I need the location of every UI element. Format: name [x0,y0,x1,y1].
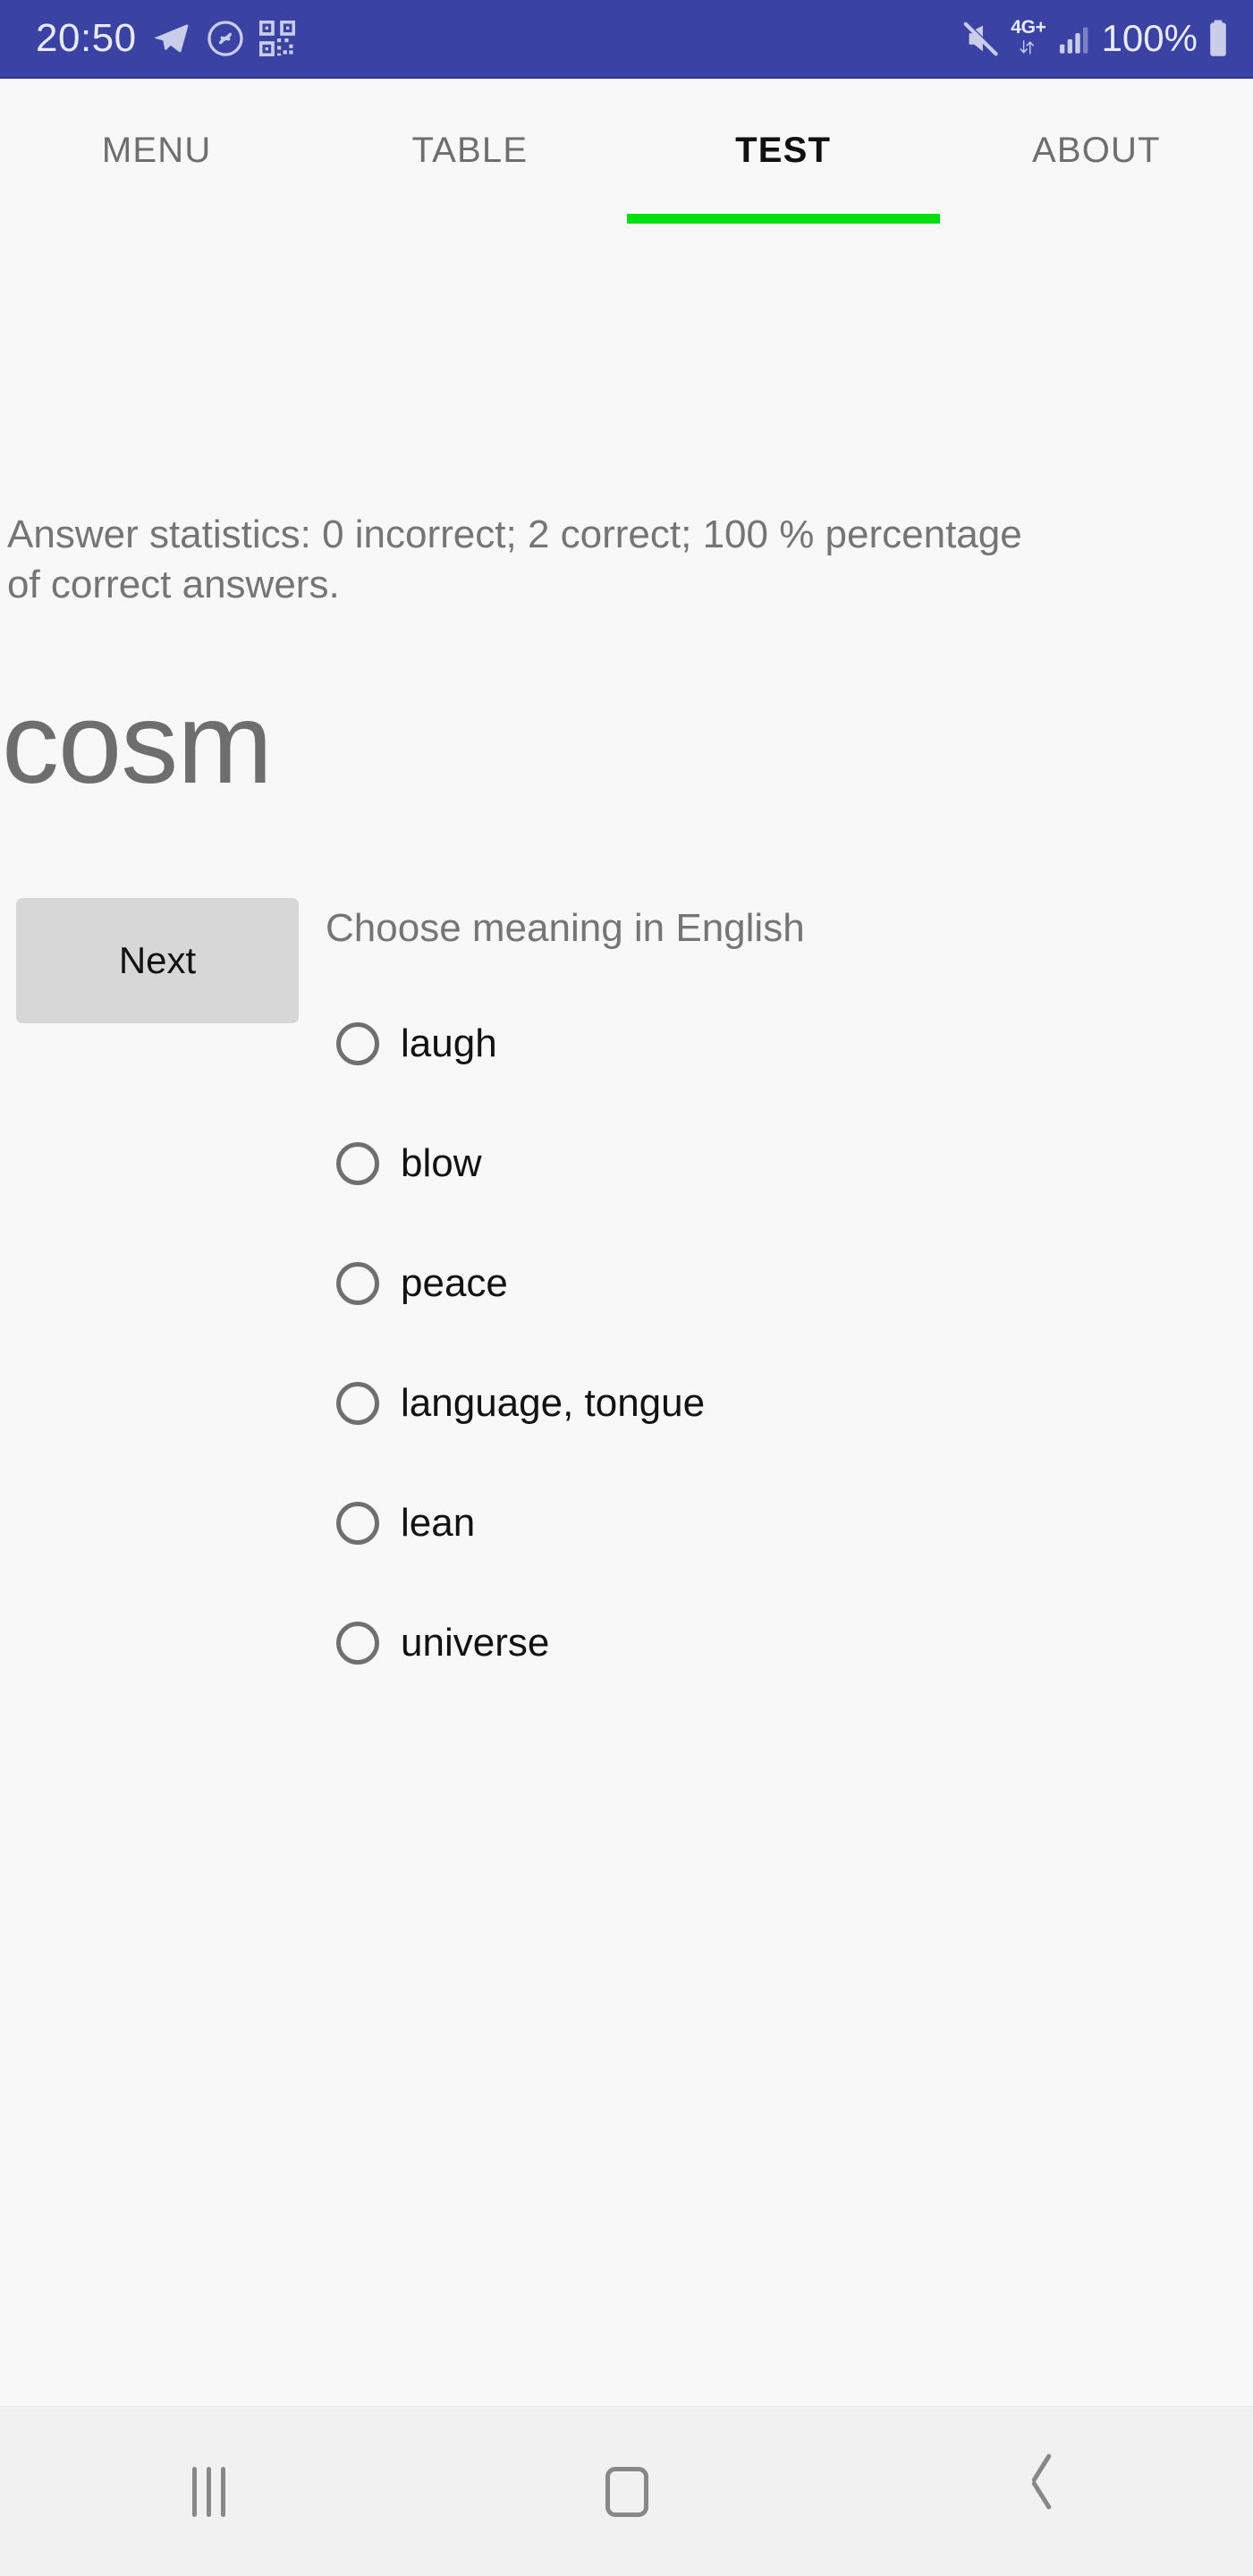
option-laugh[interactable]: laugh [326,984,1253,1104]
choose-meaning-label: Choose meaning in English [326,906,805,950]
mute-icon [961,18,1002,59]
option-label: language, tongue [401,1381,706,1425]
tab-about[interactable]: ABOUT [940,79,1253,249]
qr-code-icon [258,21,295,56]
option-language-tongue[interactable]: language, tongue [326,1343,1253,1463]
option-label: peace [401,1261,508,1305]
network-type-label: 4G+ [1011,17,1046,38]
answer-options-list: laugh blow peace language, tongue lean u… [326,984,1253,1703]
option-universe[interactable]: universe [326,1583,1253,1703]
tab-test-label: TEST [735,131,832,170]
option-label: lean [401,1501,476,1545]
data-transfer-icon [1017,37,1040,58]
radio-button-icon[interactable] [336,1022,379,1065]
nav-back-button[interactable] [955,2438,1134,2546]
shazam-icon [207,20,244,57]
network-type-indicator: 4G+ [1011,17,1046,58]
back-chevron-icon [1029,2467,1060,2517]
radio-button-icon[interactable] [336,1382,379,1425]
signal-bars-icon [1055,21,1091,56]
option-label: universe [401,1621,550,1665]
battery-percentage-label: 100% [1101,17,1198,59]
status-bar-left: 20:50 [36,19,295,58]
battery-icon [1206,19,1230,58]
options-column: Choose meaning in English laugh blow pea… [326,898,1253,1703]
status-bar-right: 4G+ 100% [961,18,1230,59]
home-icon [605,2466,648,2517]
test-content-area: Answer statistics: 0 incorrect; 2 correc… [0,249,1253,2406]
radio-button-icon[interactable] [336,1502,379,1545]
tab-menu[interactable]: MENU [0,79,313,249]
radio-button-icon[interactable] [336,1262,379,1305]
next-button[interactable]: Next [16,898,299,1023]
tab-table[interactable]: TABLE [313,79,626,249]
option-peace[interactable]: peace [326,1224,1253,1343]
option-blow[interactable]: blow [326,1104,1253,1224]
answer-section: Next Choose meaning in English laugh blo… [0,898,1253,1703]
recents-icon [192,2466,225,2517]
option-label: laugh [401,1021,497,1065]
active-tab-indicator [626,214,940,224]
radio-button-icon[interactable] [336,1142,379,1185]
status-bar: 20:50 4G+ 100% [0,0,1253,79]
option-lean[interactable]: lean [326,1463,1253,1583]
status-bar-clock: 20:50 [36,16,137,60]
nav-recents-button[interactable] [120,2438,299,2546]
android-navigation-bar [0,2406,1253,2576]
phone-screen: 20:50 4G+ 100% MENU TABLE TEST ABOUT Ans… [0,0,1253,2576]
telegram-icon [152,19,191,58]
tab-bar: MENU TABLE TEST ABOUT [0,79,1253,249]
radio-button-icon[interactable] [336,1622,379,1665]
option-label: blow [401,1141,482,1185]
test-word: cosm [2,680,273,808]
tab-test[interactable]: TEST [626,79,940,249]
nav-home-button[interactable] [538,2438,716,2546]
answer-statistics-text: Answer statistics: 0 incorrect; 2 correc… [7,513,1022,607]
